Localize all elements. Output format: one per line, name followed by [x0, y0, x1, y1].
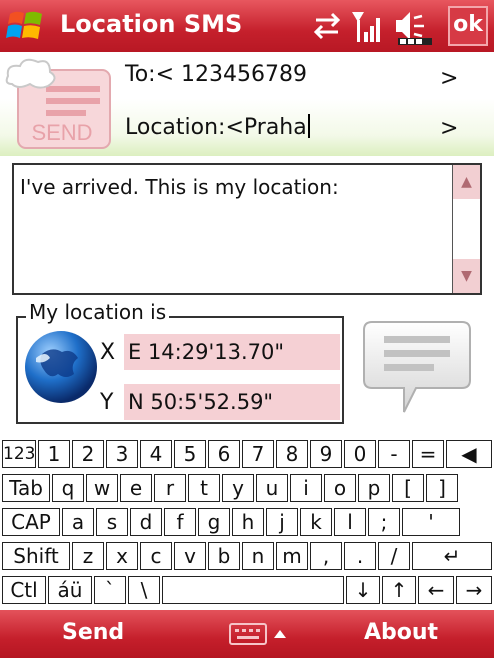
key-y[interactable]: y — [222, 474, 254, 502]
key-b[interactable]: b — [208, 542, 240, 570]
windows-start-icon[interactable] — [6, 8, 46, 44]
key-left-bracket[interactable]: [ — [392, 474, 424, 502]
key-s[interactable]: s — [96, 508, 128, 536]
scroll-up-button[interactable]: ▲ — [453, 165, 480, 199]
key-k[interactable]: k — [300, 508, 332, 536]
svg-text:SEND: SEND — [31, 120, 92, 145]
app-title: Location SMS — [60, 10, 243, 38]
key-9[interactable]: 9 — [310, 440, 342, 468]
key-2[interactable]: 2 — [72, 440, 104, 468]
to-arrow[interactable]: > — [440, 66, 458, 91]
header-panel: SEND To:< 123456789 > Location:<Praha > — [0, 52, 494, 156]
key-h[interactable]: h — [232, 508, 264, 536]
message-textarea[interactable]: I've arrived. This is my location: ▲ ▼ — [12, 163, 482, 295]
key-7[interactable]: 7 — [242, 440, 274, 468]
key-ctrl[interactable]: Ctl — [2, 576, 46, 604]
soft-keyboard: 123 1 2 3 4 5 6 7 8 9 0 - = ◀ Tab q w e … — [0, 440, 494, 608]
key-t[interactable]: t — [188, 474, 220, 502]
key-j[interactable]: j — [266, 508, 298, 536]
message-scrollbar[interactable]: ▲ ▼ — [452, 165, 480, 293]
key-shift[interactable]: Shift — [2, 542, 70, 570]
scroll-down-button[interactable]: ▼ — [453, 259, 480, 293]
key-tab[interactable]: Tab — [2, 474, 50, 502]
key-period[interactable]: . — [344, 542, 376, 570]
location-group-legend: My location is — [26, 300, 170, 324]
key-0[interactable]: 0 — [344, 440, 376, 468]
key-caps[interactable]: CAP — [2, 508, 60, 536]
key-space[interactable] — [162, 576, 344, 604]
message-bubble-button[interactable] — [360, 318, 474, 418]
softkey-bar: Send About — [0, 610, 494, 658]
key-123[interactable]: 123 — [2, 440, 36, 468]
location-field-text: Location:<Praha — [125, 115, 307, 140]
y-coordinate-field[interactable]: N 50:5'52.59" — [124, 384, 340, 420]
key-a[interactable]: a — [62, 508, 94, 536]
key-accents[interactable]: áü — [48, 576, 92, 604]
key-g[interactable]: g — [198, 508, 230, 536]
to-field[interactable]: To:< 123456789 — [125, 62, 307, 87]
key-p[interactable]: p — [358, 474, 390, 502]
key-minus[interactable]: - — [378, 440, 410, 468]
title-bar: Location SMS ok — [0, 0, 494, 52]
key-right-arrow[interactable]: → — [456, 576, 492, 604]
key-1[interactable]: 1 — [38, 440, 70, 468]
battery-icon — [398, 38, 432, 45]
key-backtick[interactable]: ` — [94, 576, 126, 604]
key-n[interactable]: n — [242, 542, 274, 570]
key-up-arrow[interactable]: ↑ — [382, 576, 416, 604]
key-x[interactable]: x — [106, 542, 138, 570]
key-r[interactable]: r — [154, 474, 186, 502]
status-icons — [313, 12, 432, 45]
key-z[interactable]: z — [72, 542, 104, 570]
key-e[interactable]: e — [120, 474, 152, 502]
keyboard-toggle-icon[interactable] — [228, 622, 292, 646]
key-slash[interactable]: / — [378, 542, 410, 570]
key-left-arrow[interactable]: ← — [418, 576, 454, 604]
key-u[interactable]: u — [256, 474, 288, 502]
key-down-arrow[interactable]: ↓ — [346, 576, 380, 604]
key-6[interactable]: 6 — [208, 440, 240, 468]
key-equals[interactable]: = — [412, 440, 444, 468]
key-d[interactable]: d — [130, 508, 162, 536]
key-w[interactable]: w — [86, 474, 118, 502]
key-c[interactable]: c — [140, 542, 172, 570]
key-v[interactable]: v — [174, 542, 206, 570]
key-comma[interactable]: , — [310, 542, 342, 570]
enter-key[interactable]: ↵ — [412, 542, 492, 570]
key-m[interactable]: m — [276, 542, 308, 570]
message-text: I've arrived. This is my location: — [20, 175, 339, 199]
key-backslash[interactable]: \ — [128, 576, 160, 604]
signal-icon — [352, 12, 380, 42]
key-5[interactable]: 5 — [174, 440, 206, 468]
key-4[interactable]: 4 — [140, 440, 172, 468]
location-field[interactable]: Location:<Praha — [125, 114, 310, 140]
key-right-bracket[interactable]: ] — [426, 474, 458, 502]
sync-arrows-icon — [313, 12, 341, 40]
text-caret — [307, 114, 310, 138]
key-3[interactable]: 3 — [106, 440, 138, 468]
ok-button[interactable]: ok — [448, 6, 488, 46]
key-l[interactable]: l — [334, 508, 366, 536]
key-8[interactable]: 8 — [276, 440, 308, 468]
x-coordinate-field[interactable]: E 14:29'13.70" — [124, 334, 340, 370]
globe-icon — [25, 331, 97, 403]
key-apostrophe[interactable]: ' — [402, 508, 460, 536]
key-o[interactable]: o — [324, 474, 356, 502]
location-arrow[interactable]: > — [440, 116, 458, 141]
key-i[interactable]: i — [290, 474, 322, 502]
key-f[interactable]: f — [164, 508, 196, 536]
x-coordinate-label: X — [100, 340, 116, 365]
backspace-key[interactable]: ◀ — [446, 440, 492, 468]
send-logo-icon: SEND — [5, 58, 111, 149]
key-q[interactable]: q — [52, 474, 84, 502]
volume-mute-icon — [396, 12, 424, 40]
location-group: My location is X E 14:29'13.70" Y N 50:5… — [16, 300, 344, 424]
y-coordinate-label: Y — [100, 390, 114, 415]
send-softkey[interactable]: Send — [62, 620, 124, 645]
key-semicolon[interactable]: ; — [368, 508, 400, 536]
about-softkey[interactable]: About — [364, 620, 438, 645]
